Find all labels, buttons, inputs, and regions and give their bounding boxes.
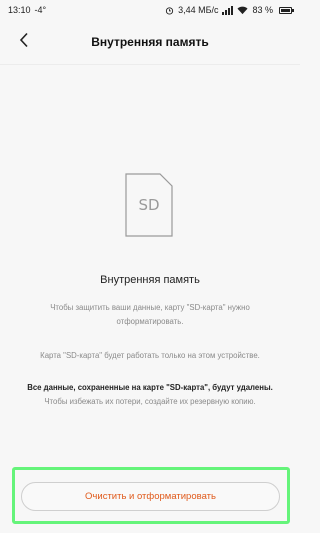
battery-icon bbox=[279, 6, 294, 14]
status-weather: -4° bbox=[34, 5, 47, 15]
header-divider bbox=[0, 64, 300, 65]
data-deletion-warning: Все данные, сохраненные на карте "SD-кар… bbox=[27, 383, 273, 392]
signal-icon bbox=[222, 5, 234, 15]
back-button[interactable] bbox=[12, 30, 36, 54]
status-network-speed: 3,44 МБ/с bbox=[178, 5, 219, 15]
backup-advice: Чтобы избежать их потери, создайте их ре… bbox=[44, 396, 256, 406]
erase-and-format-button[interactable]: Очистить и отформатировать bbox=[21, 482, 280, 511]
wifi-icon bbox=[237, 6, 249, 15]
alarm-icon bbox=[165, 6, 174, 15]
battery-level bbox=[281, 8, 291, 12]
sd-card-label: SD bbox=[138, 196, 160, 214]
status-left: 13:10 -4° bbox=[8, 5, 46, 15]
chevron-left-icon bbox=[18, 32, 30, 53]
status-right: 3,44 МБ/с 83 % bbox=[165, 5, 294, 15]
page-title: Внутренняя память bbox=[91, 35, 209, 49]
status-time: 13:10 bbox=[8, 5, 31, 15]
paragraph-data-warning: Все данные, сохраненные на карте "SD-кар… bbox=[16, 381, 284, 408]
header: Внутренняя память bbox=[0, 20, 300, 64]
content-title: Внутренняя память bbox=[100, 274, 200, 286]
paragraph-device-only: Карта "SD-карта" будет работать только н… bbox=[40, 351, 260, 360]
paragraph-format-notice: Чтобы защитить ваши данные, карту "SD-ка… bbox=[50, 303, 250, 326]
status-bar: 13:10 -4° 3,44 МБ/с 83 % bbox=[0, 0, 300, 20]
status-battery-percent: 83 % bbox=[252, 5, 273, 15]
